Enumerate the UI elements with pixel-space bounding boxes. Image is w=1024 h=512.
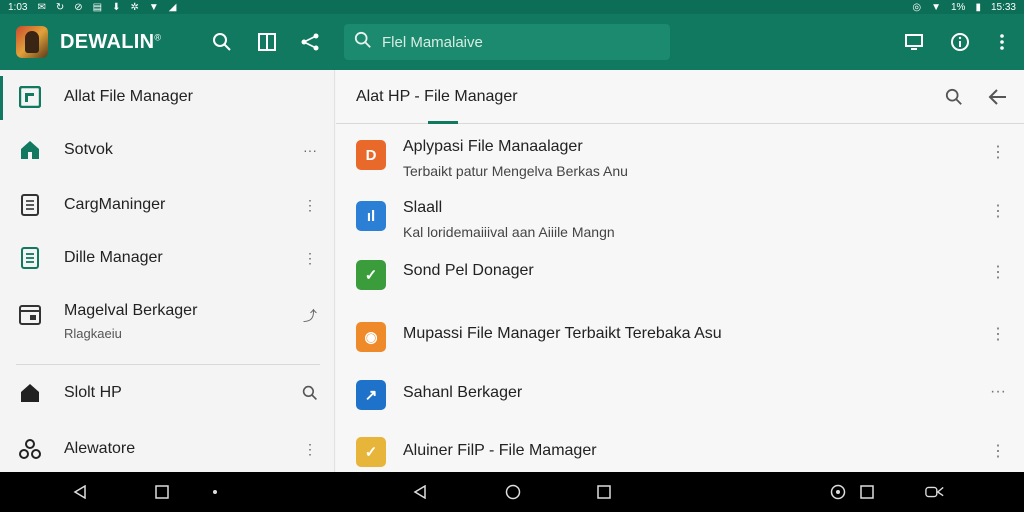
columns-icon[interactable] [255, 30, 279, 54]
more-horiz-icon[interactable]: ··· [988, 380, 1008, 404]
battery-icon: ▮ [975, 1, 981, 13]
more-horiz-icon[interactable]: ··· [298, 138, 322, 162]
share-nodes-icon [18, 437, 42, 461]
chart-icon: ▤ [92, 1, 103, 13]
sidebar-item-magelval-berkager[interactable]: Magelval Berkager Rlagkaeiu ⤴ [0, 286, 334, 346]
sidebar-item-label: Sotvok [64, 141, 113, 158]
search-input[interactable] [382, 33, 662, 51]
sync-icon: ↻ [55, 1, 65, 13]
more-vert-icon[interactable]: ⋮ [298, 193, 322, 217]
dot-icon [205, 482, 225, 502]
wifi-right-icon: ▼ [931, 1, 941, 13]
sidebar-item-slolt-hp[interactable]: Slolt HP [0, 368, 334, 418]
sidebar-item-sotvok[interactable]: Sotvok ··· [0, 125, 334, 175]
more-vert-icon[interactable]: ⋮ [988, 140, 1008, 164]
sidebar-item-dille-manager[interactable]: Dille Manager ⋮ [0, 233, 334, 283]
rotate-icon[interactable] [925, 482, 945, 502]
app-icon: ✓ [356, 437, 386, 467]
assistant-icon[interactable] [828, 482, 848, 502]
square-icon[interactable] [857, 482, 877, 502]
info-icon[interactable] [948, 30, 972, 54]
more-vert-icon[interactable]: ⋮ [988, 322, 1008, 346]
battery-level: 1% [951, 1, 966, 13]
more-vert-icon[interactable]: ⋮ [988, 439, 1008, 463]
list-item[interactable]: ◉ Mupassi File Manager Terbaikt Terebaka… [336, 306, 1024, 368]
navigation-bar [0, 472, 1024, 512]
back-icon[interactable] [70, 482, 90, 502]
sidebar-divider [16, 364, 320, 365]
app-icon: ✓ [356, 260, 386, 290]
sidebar: Allat File Manager Sotvok ··· CargManing… [0, 70, 334, 472]
list-item[interactable]: ıl Slaall Kal loridemaiiival aan Aiiile … [336, 185, 1024, 247]
share-icon[interactable] [298, 30, 322, 54]
list-item-subtitle: Terbaikt patur Mengelva Berkas Anu [403, 163, 628, 179]
wifi-icon: ▼ [148, 1, 159, 13]
list-item[interactable]: ↗ Sahanl Berkager ··· [336, 364, 1024, 426]
sidebar-item-label: Dille Manager [64, 249, 163, 266]
file-manager-icon [18, 85, 42, 109]
shortcut-icon[interactable]: ⤴ [298, 304, 322, 328]
alarm-icon: ◎ [912, 1, 922, 13]
more-vert-icon[interactable]: ⋮ [988, 199, 1008, 223]
panel-divider [334, 70, 335, 472]
list-item-title: Aluiner FilP - File Mamager [403, 442, 597, 459]
list-item-subtitle: Kal loridemaiiival aan Aiiile Mangn [403, 224, 615, 240]
more-vert-icon[interactable]: ⋮ [298, 437, 322, 461]
main-panel: Alat HP - File Manager D Aplypasi File M… [336, 70, 1024, 472]
sidebar-item-allat-file-manager[interactable]: Allat File Manager [0, 72, 334, 122]
list-item-title: Aplypasi File Manaalager [403, 138, 583, 155]
notification-icon: ✉ [37, 1, 46, 13]
recents-icon[interactable] [594, 482, 614, 502]
main-header: Alat HP - File Manager [336, 70, 1024, 124]
app-bar: DEWALIN® [0, 14, 1024, 70]
list-item-title: Mupassi File Manager Terbaikt Terebaka A… [403, 325, 722, 342]
document-icon [18, 193, 42, 217]
sidebar-item-sublabel: Rlagkaeiu [64, 326, 122, 341]
list-item[interactable]: D Aplypasi File Manaalager Terbaikt patu… [336, 124, 1024, 186]
sidebar-item-alewatore[interactable]: Alewatore ⋮ [0, 424, 334, 474]
time-right: 15:33 [990, 1, 1016, 13]
sidebar-item-label: Magelval Berkager [64, 302, 198, 319]
sidebar-item-label: Alewatore [64, 440, 136, 457]
link-icon: ⊘ [74, 1, 83, 13]
home-circle-icon[interactable] [503, 482, 523, 502]
list-item-title: Slaall [403, 199, 443, 216]
window-icon[interactable] [902, 30, 926, 54]
more-vert-icon[interactable]: ⋮ [298, 246, 322, 270]
back-icon[interactable] [410, 482, 430, 502]
signal-icon: ◢ [168, 1, 177, 13]
house-icon [18, 381, 42, 405]
time-left: 1:03 [8, 1, 28, 13]
page-title: Alat HP - File Manager [356, 87, 518, 105]
app-icon: ◉ [356, 322, 386, 352]
sidebar-item-cargmaninger[interactable]: CargManinger ⋮ [0, 180, 334, 230]
search-icon[interactable] [298, 381, 322, 405]
back-arrow-icon[interactable] [986, 85, 1010, 109]
list-item-title: Sond Pel Donager [403, 262, 534, 279]
status-bar: 1:03 ✉ ↻ ⊘ ▤ ⬇ ✲ ▼ ◢ ◎ ▼ 1% ▮ 15:33 [0, 0, 1024, 14]
sidebar-item-label: Slolt HP [64, 384, 122, 401]
calendar-icon [18, 302, 42, 326]
recents-icon[interactable] [152, 482, 172, 502]
search-icon[interactable] [210, 30, 234, 54]
download-icon: ⬇ [112, 1, 121, 13]
search-box[interactable] [344, 24, 670, 60]
more-vert-icon[interactable] [990, 30, 1014, 54]
search-field-icon [354, 31, 372, 54]
more-vert-icon[interactable]: ⋮ [988, 260, 1008, 284]
app-icon: D [356, 140, 386, 170]
brand-name: DEWALIN® [60, 30, 162, 53]
sidebar-item-label: Allat File Manager [64, 88, 193, 105]
list-item[interactable]: ✓ Sond Pel Donager ⋮ [336, 244, 1024, 306]
sidebar-item-label: CargManinger [64, 196, 166, 213]
search-icon[interactable] [942, 85, 966, 109]
app-logo [16, 26, 48, 58]
app-icon: ↗ [356, 380, 386, 410]
list-document-icon [18, 246, 42, 270]
app-icon: ıl [356, 201, 386, 231]
list-item-title: Sahanl Berkager [403, 384, 523, 401]
home-icon [18, 138, 42, 162]
settings-icon: ✲ [130, 1, 139, 13]
